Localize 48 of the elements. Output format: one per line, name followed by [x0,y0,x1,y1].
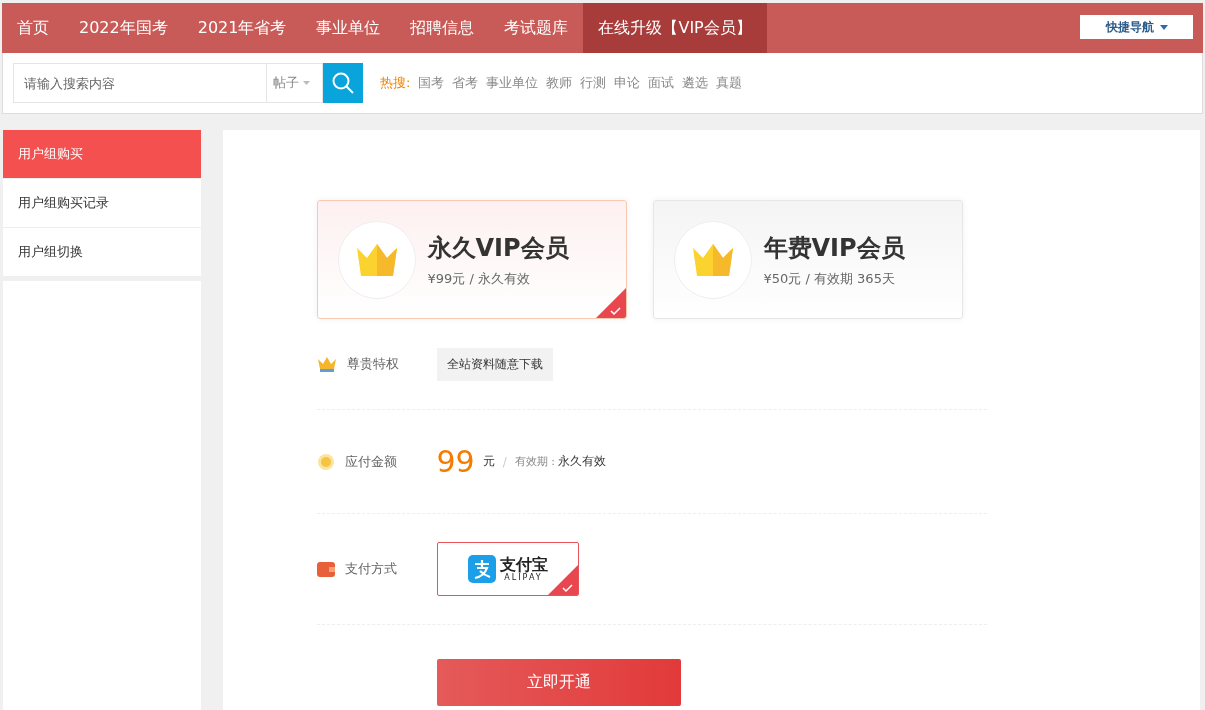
hot-search-link[interactable]: 申论 [614,74,641,92]
plan-card[interactable]: 年费VIP会员 ¥50元 / 有效期 365天 [652,200,963,319]
hot-search-link[interactable]: 面试 [648,74,675,92]
payment-label: 支付方式 [344,560,397,578]
alipay-logo-icon [467,555,496,583]
nav-tab[interactable]: 事业单位 [301,3,396,53]
plan-name: 年费VIP会员 [763,232,905,264]
hot-search-link[interactable]: 教师 [546,74,573,92]
nav-tab[interactable]: 招聘信息 [395,3,490,53]
sidebar-item[interactable]: 用户组购买 [3,130,201,179]
plan-card[interactable]: 永久VIP会员 ¥99元 / 永久有效 [316,200,627,319]
hot-search-link[interactable]: 省考 [452,74,479,92]
privilege-tag: 全站资料随意下载 [436,347,553,381]
caret-icon [303,81,310,85]
hot-search-link[interactable]: 行测 [580,74,607,92]
search-field[interactable]: 请输入搜索内容 [13,63,267,103]
search-button[interactable] [323,63,363,103]
coin-icon [316,452,335,471]
crown-icon [316,355,337,373]
amount-label: 应付金额 [344,452,397,471]
quick-nav-button[interactable]: 快捷导航 [1080,15,1193,39]
hot-search-link[interactable]: 事业单位 [486,74,539,92]
caret-icon [1159,24,1168,30]
nav-tab[interactable]: 考试题库 [489,3,584,53]
search-icon [332,72,354,94]
separator-slash: / [502,454,507,469]
plan-price: ¥99元 / 永久有效 [427,269,531,288]
hot-search-label: 热搜: [380,74,411,92]
nav-tab[interactable]: 首页 [2,3,64,53]
hot-search-link[interactable]: 真题 [716,74,743,92]
alipay-subtitle: ALIPAY [504,572,544,582]
nav-tab[interactable]: 2021年省考 [182,3,302,53]
alipay-name: 支付宝 [499,556,548,573]
nav-tab[interactable]: 在线升级【VIP会员】 [583,3,767,53]
validity-value: 永久有效 [557,453,606,470]
privilege-label: 尊贵特权 [346,355,399,373]
plan-price: ¥50元 / 有效期 365天 [763,269,896,288]
alipay-option[interactable]: 支付宝 ALIPAY [436,542,579,596]
amount-value: 99 [436,444,475,479]
nav-tab[interactable]: 2022年国考 [64,3,183,53]
scope-dropdown[interactable]: 帖子 [267,63,323,103]
hot-search-link[interactable]: 国考 [418,74,445,92]
amount-unit: 元 [482,453,495,470]
wallet-icon [316,561,335,577]
hot-search-link[interactable]: 遴选 [682,74,709,92]
activate-button[interactable]: 立即开通 [436,659,681,706]
validity-label: 有效期 : [514,454,555,469]
plan-name: 永久VIP会员 [427,232,569,264]
